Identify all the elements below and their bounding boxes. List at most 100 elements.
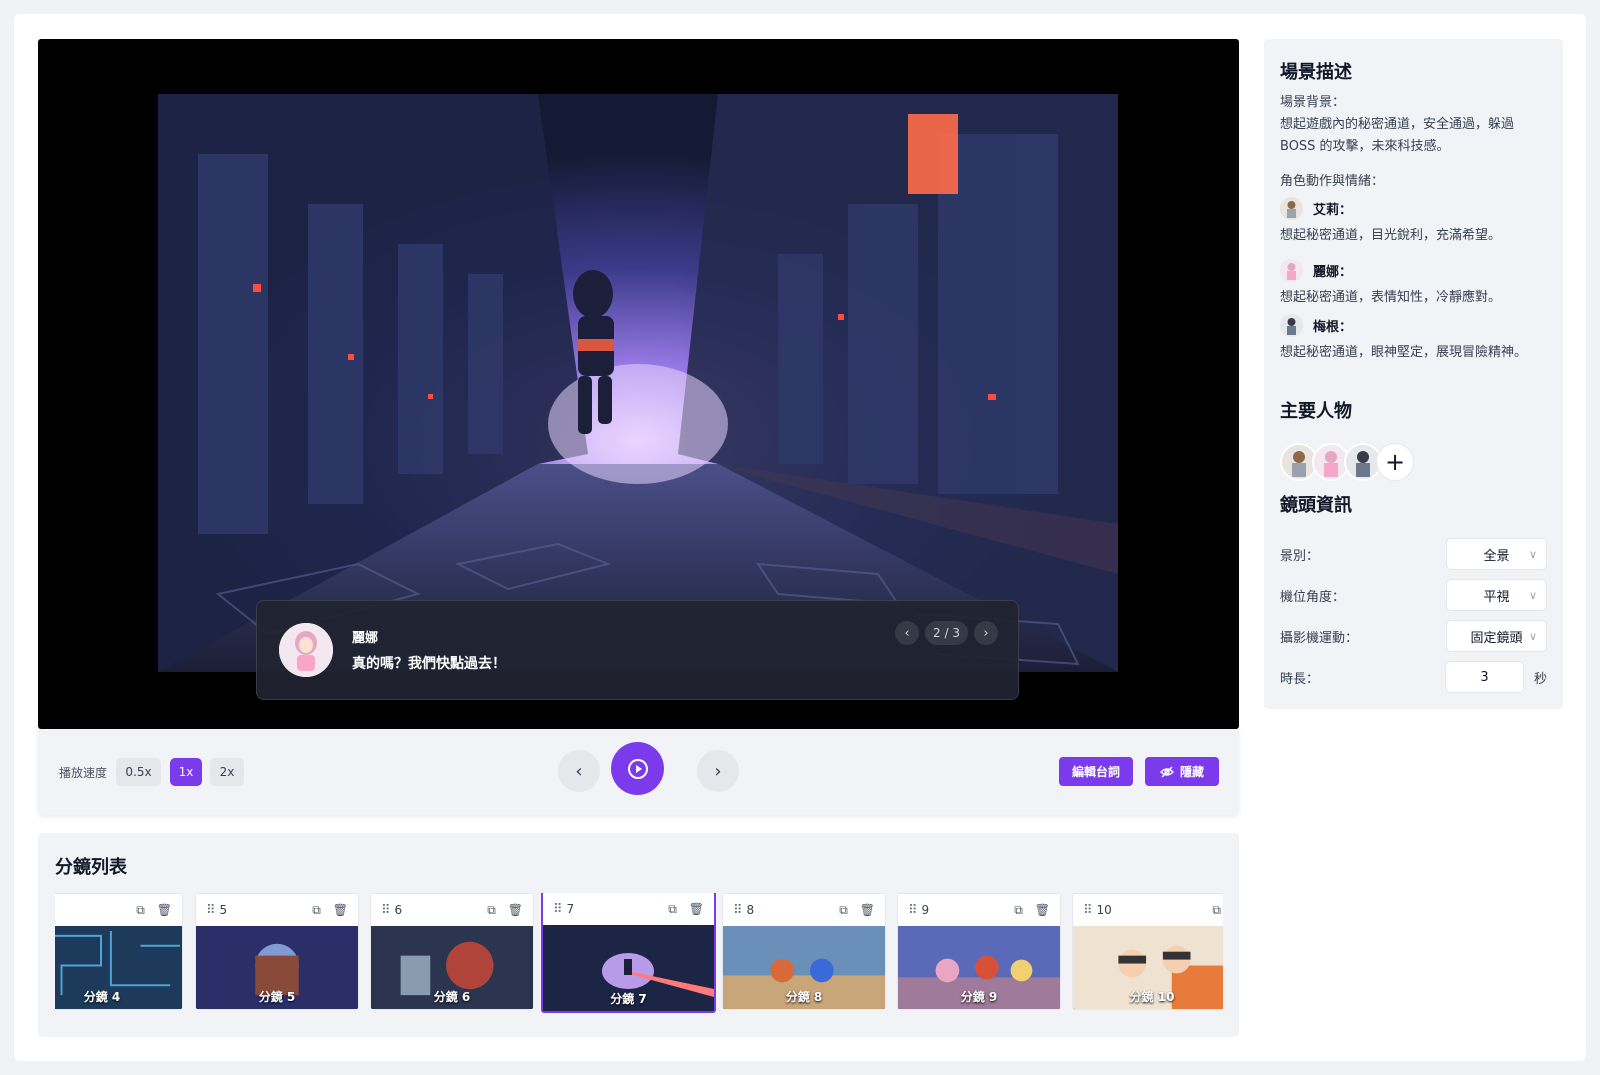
character-name-row: 麗娜： (1280, 259, 1352, 282)
duplicate-icon[interactable]: ⧉ (136, 903, 145, 918)
trash-icon[interactable]: 🗑 (1035, 903, 1050, 918)
drag-handle-icon[interactable]: ⠿ (553, 902, 562, 917)
drag-handle-icon[interactable]: ⠿ (733, 903, 742, 918)
subtitle-counter: 2 / 3 (925, 621, 968, 645)
drag-handle-icon[interactable]: ⠿ (908, 903, 917, 918)
avatar (1280, 314, 1303, 337)
camera-angle-label: 機位角度： (1280, 589, 1346, 605)
duplicate-icon[interactable]: ⧉ (1212, 903, 1221, 918)
shot-label: 分鏡 9 (960, 990, 998, 1004)
chevron-left-icon: ‹ (575, 760, 583, 782)
duration-label: 時長： (1280, 671, 1320, 687)
shot-type-select[interactable]: 全景 ∨ (1446, 538, 1547, 570)
avatar (1280, 197, 1303, 220)
shot-label: 分鏡 6 (433, 990, 471, 1004)
shot-label: 分鏡 7 (610, 992, 647, 1006)
chevron-down-icon: ∨ (1528, 629, 1537, 643)
speed-0.5x-button[interactable]: 0.5x (116, 758, 161, 786)
duplicate-icon[interactable]: ⧉ (668, 902, 677, 917)
drag-handle-icon[interactable]: ⠿ (381, 903, 390, 918)
trash-icon[interactable]: 🗑 (689, 902, 704, 917)
chevron-left-icon: ‹ (904, 625, 910, 641)
shot-number: 9 (921, 903, 930, 917)
character-action-label: 角色動作與情緒： (1280, 174, 1385, 189)
character-desc: 想起秘密通道，目光銳利，充滿希望。 (1280, 228, 1502, 243)
duration-input[interactable]: 3 (1444, 661, 1524, 693)
shot-card[interactable]: ⠿ 4 ⧉ 🗑 分鏡 4 (55, 893, 183, 1010)
video-player[interactable]: 麗娜 真的嗎？我們快點過去！ ‹ 2 / 3 › (38, 39, 1239, 729)
playback-controls: 播放速度 0.5x 1x 2x ‹ › 編輯台詞 隱藏 (38, 729, 1239, 815)
subtitle-nav: ‹ 2 / 3 › (895, 621, 998, 645)
shot-label: 分鏡 10 (1129, 990, 1175, 1004)
duplicate-icon[interactable]: ⧉ (487, 903, 496, 918)
shot-card[interactable]: ⠿ 5 ⧉ 🗑 分鏡 5 (195, 893, 359, 1010)
shot-label: 分鏡 8 (785, 990, 823, 1004)
scene-sidebar: 場景描述 場景背景： 想起遊戲內的秘密通道，安全通過，躲過 BOSS 的攻擊，未… (1264, 39, 1563, 709)
shot-card-header: ⠿ 7 ⧉ 🗑 (543, 893, 714, 925)
camera-movement-value: 固定鏡頭 (1470, 630, 1523, 646)
scene-bg-text: 想起遊戲內的秘密通道，安全通過，躲過 BOSS 的攻擊，未來科技感。 (1280, 117, 1515, 154)
shot-number: 8 (746, 903, 755, 917)
shot-number: 10 (1096, 903, 1112, 917)
play-button[interactable] (611, 742, 664, 795)
character-desc: 想起秘密通道，眼神堅定，展現冒險精神。 (1280, 345, 1528, 360)
speed-1x-button[interactable]: 1x (170, 758, 202, 786)
main-characters-title: 主要人物 (1280, 401, 1352, 422)
trash-icon[interactable]: 🗑 (333, 903, 348, 918)
chevron-right-icon: › (714, 760, 722, 782)
shot-type-value: 全景 (1483, 548, 1510, 564)
trash-icon[interactable]: 🗑 (860, 903, 875, 918)
hide-label: 隱藏 (1179, 765, 1204, 779)
main-characters-list: + (1280, 443, 1414, 481)
shot-number: 7 (566, 902, 575, 916)
speed-2x-button[interactable]: 2x (210, 758, 244, 786)
shot-label: 分鏡 4 (83, 990, 121, 1004)
subtitle-prev-button[interactable]: ‹ (895, 621, 920, 645)
scene-image (158, 94, 1118, 672)
shot-card-selected[interactable]: ⠿ 7 ⧉ 🗑 分鏡 7 (541, 893, 716, 1013)
subtitle-next-button[interactable]: › (974, 621, 998, 645)
shot-card-header: ⠿ 6 ⧉ 🗑 (371, 894, 533, 926)
trash-icon[interactable]: 🗑 (157, 903, 172, 918)
camera-angle-value: 平視 (1483, 589, 1510, 605)
shot-type-row: 景別： 全景 ∨ (1280, 538, 1547, 570)
character-name: 麗娜： (1313, 265, 1353, 280)
trash-icon[interactable]: 🗑 (508, 903, 523, 918)
character-name-row: 梅根： (1280, 314, 1352, 337)
character-desc: 想起秘密通道，表情知性，冷靜應對。 (1280, 290, 1502, 305)
scene-bg-label: 場景背景： (1280, 95, 1346, 110)
shot-card[interactable]: ⠿ 9 ⧉ 🗑 分鏡 9 (897, 893, 1061, 1010)
shot-card-header: ⠿ 9 ⧉ 🗑 (898, 894, 1060, 926)
hide-button[interactable]: 隱藏 (1145, 757, 1219, 786)
duplicate-icon[interactable]: ⧉ (839, 903, 848, 918)
add-character-button[interactable]: + (1376, 443, 1414, 481)
shot-card-header: ⠿ 8 ⧉ 🗑 (723, 894, 885, 926)
drag-handle-icon[interactable]: ⠿ (206, 903, 215, 918)
duplicate-icon[interactable]: ⧉ (312, 903, 321, 918)
shot-number: 5 (219, 903, 228, 917)
avatar (1280, 259, 1303, 282)
subtitle-text: 真的嗎？我們快點過去！ (352, 656, 506, 672)
shot-info-title: 鏡頭資訊 (1280, 495, 1352, 516)
edit-dialogue-button[interactable]: 編輯台詞 (1059, 757, 1133, 786)
shot-card[interactable]: ⠿ 10 ⧉ 分鏡 10 (1072, 893, 1223, 1010)
shot-number: 6 (394, 903, 403, 917)
speed-label: 播放速度 (59, 766, 108, 780)
chevron-down-icon: ∨ (1528, 588, 1537, 602)
duplicate-icon[interactable]: ⧉ (1014, 903, 1023, 918)
chevron-down-icon: ∨ (1528, 547, 1537, 561)
camera-movement-select[interactable]: 固定鏡頭 ∨ (1446, 620, 1547, 652)
subtitle-box: 麗娜 真的嗎？我們快點過去！ ‹ 2 / 3 › (256, 600, 1019, 700)
camera-movement-label: 攝影機運動： (1280, 630, 1359, 646)
scene-description-title: 場景描述 (1280, 62, 1352, 83)
shot-list: 分鏡列表 ⠿ 4 ⧉ 🗑 分鏡 4 ⠿ 5 ⧉ 🗑 (38, 833, 1239, 1037)
play-icon (627, 758, 648, 779)
shot-card[interactable]: ⠿ 8 ⧉ 🗑 分鏡 8 (722, 893, 886, 1010)
shot-card-header: ⠿ 4 ⧉ 🗑 (55, 894, 182, 926)
drag-handle-icon[interactable]: ⠿ (1083, 903, 1092, 918)
camera-angle-select[interactable]: 平視 ∨ (1446, 579, 1547, 611)
character-name: 艾莉： (1313, 203, 1353, 218)
prev-shot-button[interactable]: ‹ (558, 750, 600, 792)
shot-card[interactable]: ⠿ 6 ⧉ 🗑 分鏡 6 (370, 893, 534, 1010)
next-shot-button[interactable]: › (697, 750, 739, 792)
